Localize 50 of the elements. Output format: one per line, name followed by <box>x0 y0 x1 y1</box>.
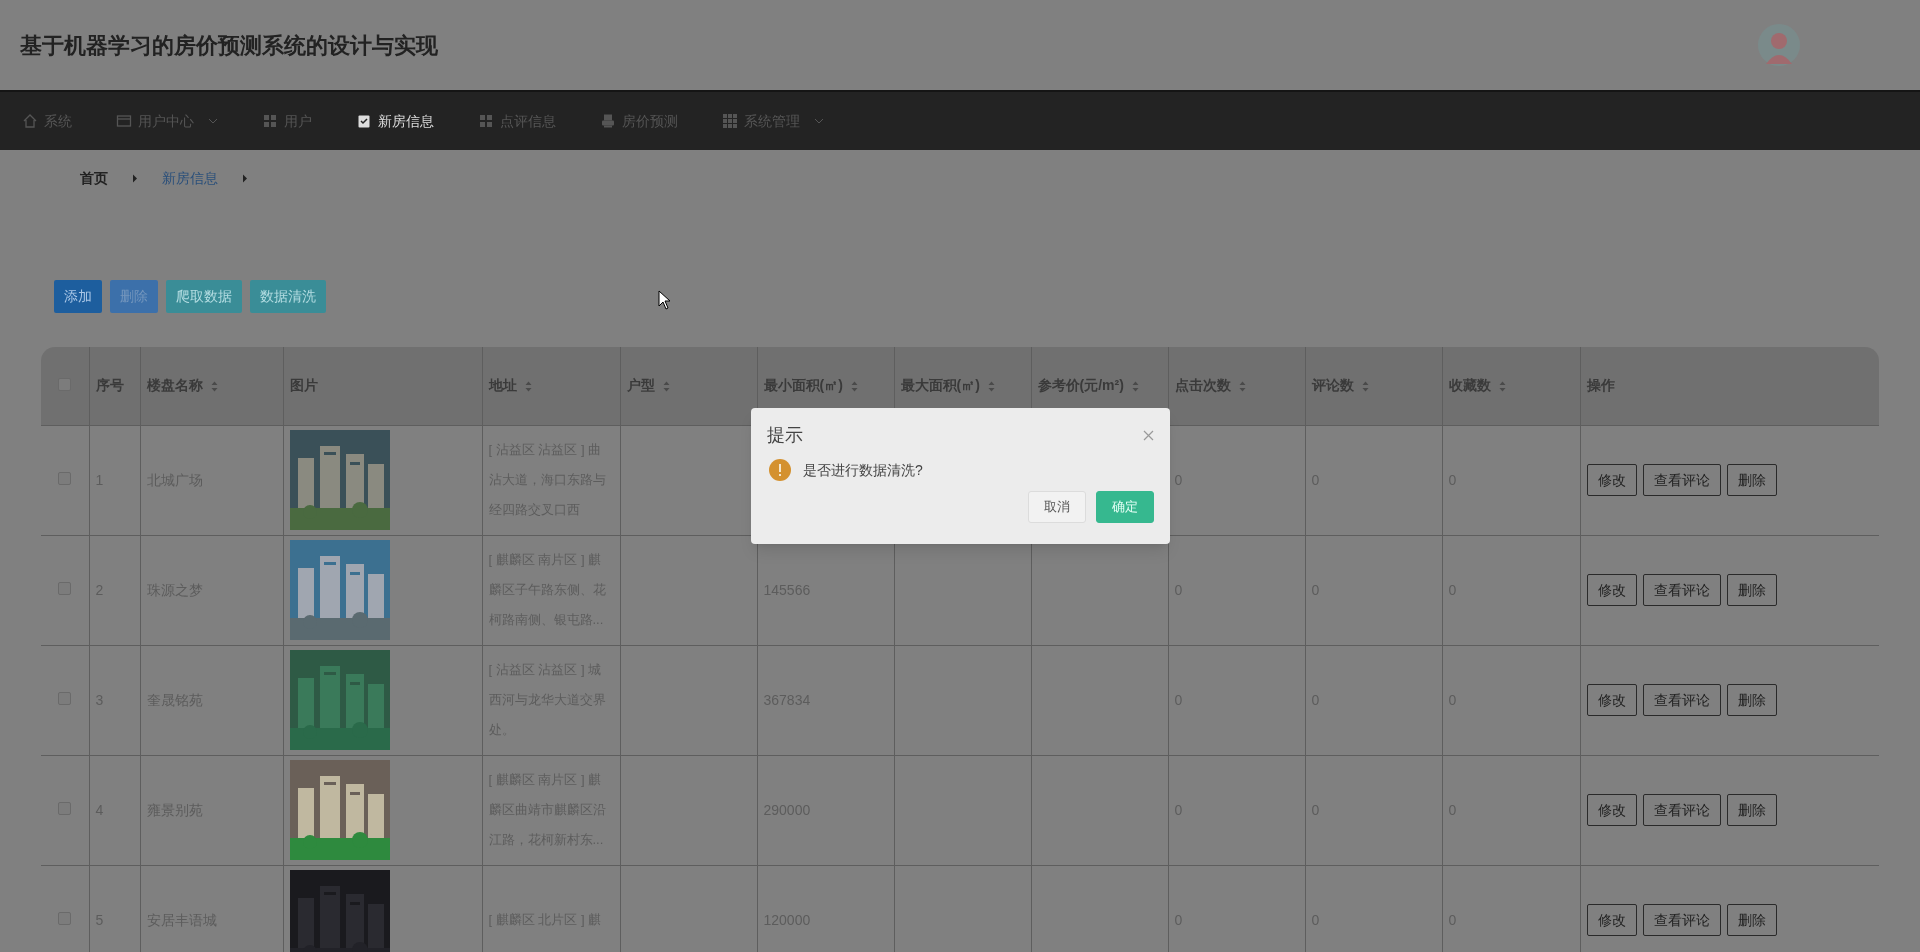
sort-icon[interactable] <box>987 381 995 393</box>
nav-item[interactable]: 新房信息 <box>334 92 456 150</box>
chevron-right-icon <box>132 173 138 183</box>
grid-icon <box>262 113 278 129</box>
row-action-button[interactable]: 修改 <box>1586 794 1637 826</box>
row-action-button[interactable]: 修改 <box>1586 464 1637 496</box>
row-action-button[interactable]: 删除 <box>1726 904 1777 936</box>
sort-icon[interactable] <box>662 381 670 393</box>
mouse-cursor-icon <box>658 290 671 310</box>
row-action-button[interactable]: 查看评论 <box>1642 904 1721 936</box>
sort-icon[interactable] <box>1131 381 1139 393</box>
row-action-button[interactable]: 修改 <box>1586 684 1637 716</box>
dialog-title: 提示 <box>767 424 803 447</box>
row-action-button[interactable]: 查看评论 <box>1642 794 1721 826</box>
sort-icon[interactable] <box>524 381 532 393</box>
breadcrumb-link[interactable]: 新房信息 <box>162 167 218 189</box>
sort-icon[interactable] <box>850 381 858 393</box>
row-action-button[interactable]: 查看评论 <box>1642 574 1721 606</box>
row-action-button[interactable]: 查看评论 <box>1642 464 1721 496</box>
grid-icon <box>478 113 494 129</box>
breadcrumb-link[interactable]: 首页 <box>80 167 108 189</box>
caret-down-icon <box>208 118 218 124</box>
house-icon <box>22 113 38 129</box>
row-action-button[interactable]: 删除 <box>1726 794 1777 826</box>
row-action-button[interactable]: 查看评论 <box>1642 684 1721 716</box>
sort-icon[interactable] <box>1238 381 1246 393</box>
row-action-button[interactable]: 删除 <box>1726 684 1777 716</box>
card-icon <box>116 113 132 129</box>
row-action-button[interactable]: 删除 <box>1726 574 1777 606</box>
row-action-button[interactable]: 修改 <box>1586 904 1637 936</box>
sort-icon[interactable] <box>1361 381 1369 393</box>
row-action-button[interactable]: 删除 <box>1726 464 1777 496</box>
dialog-message: 是否进行数据清洗? <box>803 460 923 480</box>
printer-icon <box>600 113 616 129</box>
sort-icon[interactable] <box>1498 381 1506 393</box>
toolbar-button[interactable]: 添加 <box>54 280 102 313</box>
row-action-button[interactable]: 修改 <box>1586 574 1637 606</box>
dialog-button[interactable]: 取消 <box>1028 491 1086 523</box>
warning-icon <box>769 459 791 481</box>
toolbar-button[interactable]: 数据清洗 <box>250 280 326 313</box>
toolbar-button[interactable]: 爬取数据 <box>166 280 242 313</box>
avatar-icon[interactable] <box>1758 24 1800 66</box>
close-icon[interactable] <box>1143 430 1154 441</box>
sort-icon[interactable] <box>210 381 218 393</box>
caret-down-icon <box>814 118 824 124</box>
chevron-right-icon <box>242 173 248 183</box>
site-title: 基于机器学习的房价预测系统的设计与实现 <box>20 31 438 60</box>
dialog-button[interactable]: 确定 <box>1096 491 1154 523</box>
clipboard-check-icon <box>356 113 372 129</box>
apps-icon <box>722 113 738 129</box>
